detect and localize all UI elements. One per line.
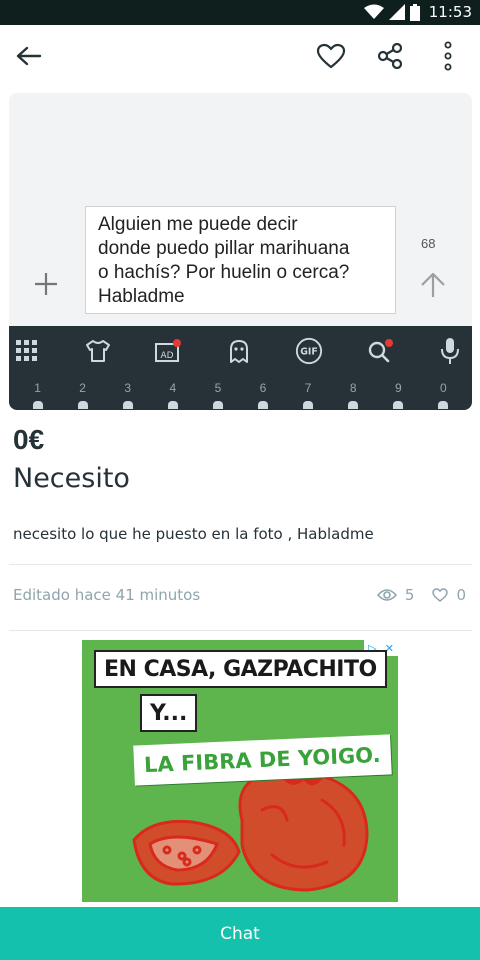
key-number: 8 [349,381,357,395]
char-counter: 68 [421,236,436,251]
ad-headline-2: Y... [140,694,198,732]
edited-timestamp: Editado hace 41 minutos [13,586,201,604]
divider [9,630,472,631]
favorites-count: 0 [456,586,466,604]
listing-price: 0€ [13,424,45,455]
mic-icon [436,337,464,365]
send-arrow-icon [421,272,445,297]
heart-icon[interactable] [316,41,346,71]
app-bar [0,25,480,85]
message-text-box: Alguien me puede decir donde puedo pilla… [85,206,396,314]
svg-text:AD: AD [160,351,173,361]
chat-button-label: Chat [220,923,260,944]
battery-icon [409,3,420,21]
search-icon [366,337,394,365]
key-number: 6 [259,381,267,395]
ad-sticker-icon: AD [154,337,182,365]
listing-photo[interactable]: Alguien me puede decir donde puedo pilla… [9,93,472,410]
key-number: 3 [124,381,132,395]
svg-text:GIF: GIF [300,347,318,358]
eye-icon [376,589,397,601]
cell-signal-icon [388,4,405,20]
gif-icon: GIF [295,337,323,365]
listing-description: necesito lo que he puesto en la foto , H… [13,525,374,543]
plus-icon [35,273,57,295]
key-number: 5 [214,381,222,395]
key-number: 1 [34,381,41,395]
shirt-icon [84,337,112,365]
listing-stats: 5 0 [376,586,466,604]
keyboard-number-row: 1 2 3 4 5 6 7 8 9 0 [9,381,472,395]
back-arrow-icon[interactable] [14,41,44,71]
ghost-icon [225,337,253,365]
advertisement-banner[interactable]: ▷ ✕ EN CASA, GAZPACHITO Y... LA FIBRA DE… [82,640,398,902]
listing-title: Necesito [13,463,130,494]
status-time: 11:53 [428,3,472,21]
ad-headline-1: EN CASA, GAZPACHITO [94,650,387,688]
share-icon[interactable] [375,41,405,71]
views-count: 5 [404,586,415,604]
key-number: 7 [304,381,312,395]
more-vert-icon[interactable] [433,41,463,71]
wifi-icon [363,4,384,19]
apps-grid-icon [13,337,41,365]
heart-small-icon [432,588,449,602]
status-bar: 11:53 [0,0,480,25]
key-number: 9 [394,381,402,395]
divider [9,564,472,565]
chat-button[interactable]: Chat [0,907,480,960]
keyboard-letter-row-cropped [9,401,472,410]
status-icons: 11:53 [363,3,472,21]
key-number: 4 [169,381,177,395]
keyboard: AD GIF 1 2 3 4 5 6 7 8 9 0 [9,326,472,410]
key-number: 2 [79,381,86,395]
key-number: 0 [440,381,447,395]
keyboard-toolbar: AD GIF [9,326,472,376]
